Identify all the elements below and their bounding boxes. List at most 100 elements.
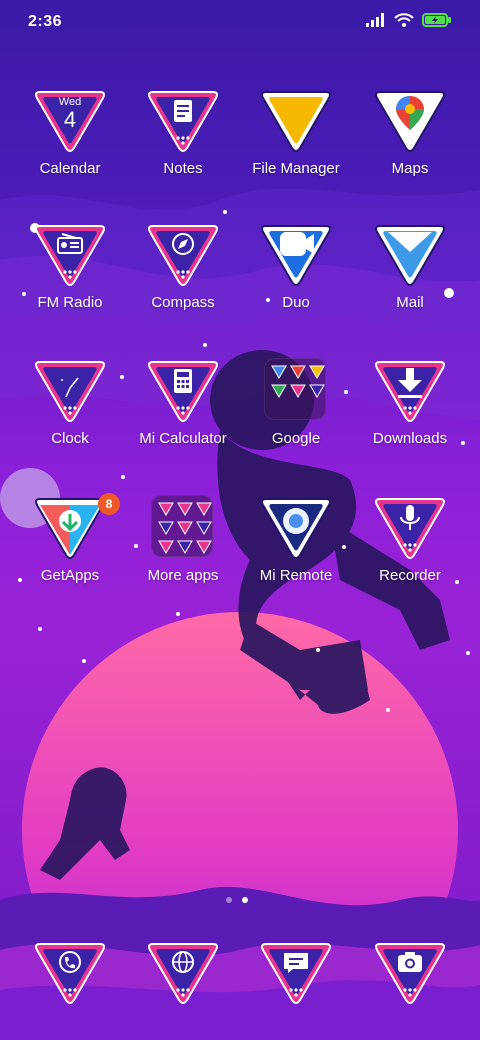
folder-mini-app-icon (177, 502, 193, 516)
app-label: Clock (51, 430, 89, 447)
duo-video-icon (261, 225, 331, 286)
app-file-manager[interactable]: File Manager (236, 88, 356, 200)
google-folder-icon (264, 358, 326, 420)
app-label: Google (271, 430, 321, 447)
folder-mini-app-icon (158, 521, 174, 535)
compass-icon (148, 225, 218, 286)
app-clock[interactable]: Clock (10, 358, 130, 470)
app-icon (34, 940, 106, 1006)
app-label: Duo (282, 294, 310, 311)
remote-icon (261, 498, 331, 559)
folder-mini-app-icon (177, 540, 193, 554)
mail-icon (375, 225, 445, 286)
file-manager-icon (261, 91, 331, 152)
phone-icon (35, 943, 105, 1004)
folder-mini-app-icon (271, 365, 287, 379)
dock-browser-globe[interactable] (123, 940, 243, 1020)
calculator-icon (148, 361, 218, 422)
folder-mini-app-icon (290, 365, 306, 379)
app-mail[interactable]: Mail (350, 222, 470, 334)
app-icon (147, 222, 219, 288)
folder-mini-app-icon (290, 384, 306, 398)
dock-phone[interactable] (10, 940, 130, 1020)
maps-icon (375, 91, 445, 152)
folder-mini-app-icon (158, 540, 174, 554)
folder-mini-app-icon (196, 521, 212, 535)
app-recorder[interactable]: Recorder (350, 495, 470, 607)
app-label: Mail (396, 294, 424, 311)
app-mi-remote[interactable]: Mi Remote (236, 495, 356, 607)
app-label: Compass (151, 294, 215, 311)
app-icon: Wed 4 (34, 88, 106, 154)
app-downloads[interactable]: Downloads (350, 358, 470, 470)
app-getapps[interactable]: GetApps 8 (10, 493, 130, 607)
folder-mini-app-icon (177, 521, 193, 535)
app-icon (147, 358, 219, 424)
dock-messages[interactable] (236, 940, 356, 1020)
clock-icon (35, 361, 105, 422)
app-icon (147, 88, 219, 154)
app-icon (260, 222, 332, 288)
signal-icon (366, 13, 384, 27)
app-notes[interactable]: Notes (123, 88, 243, 200)
app-label: FM Radio (37, 294, 103, 311)
download-icon (375, 361, 445, 422)
app-icon (260, 88, 332, 154)
app-mi-calculator[interactable]: Mi Calculator (123, 358, 243, 470)
notes-icon (148, 91, 218, 152)
app-fm-radio[interactable]: FM Radio (10, 222, 130, 334)
app-label: More apps (147, 567, 219, 584)
status-bar: 2:36 (0, 0, 480, 44)
app-label: File Manager (252, 160, 340, 177)
folder-mini-app-icon (196, 502, 212, 516)
status-time: 2:36 (28, 13, 63, 30)
page-dot-2[interactable] (242, 897, 248, 903)
app-label: Recorder (379, 567, 441, 584)
app-icon (374, 495, 446, 561)
app-icon (34, 358, 106, 424)
dock-camera[interactable] (350, 940, 470, 1020)
app-icon (260, 940, 332, 1006)
app-icon (374, 940, 446, 1006)
app-icon (147, 940, 219, 1006)
folder-mini-app-icon (158, 502, 174, 516)
app-duo[interactable]: Duo (236, 222, 356, 334)
app-google[interactable]: Google (236, 358, 356, 470)
microphone-icon (375, 498, 445, 559)
folder-mini-app-icon (271, 384, 287, 398)
folder-mini-app-icon (196, 540, 212, 554)
app-calendar[interactable]: Wed 4 Calendar (10, 88, 130, 200)
app-icon (260, 495, 332, 561)
app-icon (34, 495, 106, 561)
notification-badge: 8 (98, 493, 120, 515)
app-label: Mi Calculator (139, 430, 227, 447)
more-apps-folder-icon (151, 495, 213, 557)
calendar-icon: Wed 4 (35, 91, 105, 152)
app-icon (374, 358, 446, 424)
radio-icon (35, 225, 105, 286)
app-compass[interactable]: Compass (123, 222, 243, 334)
calendar-date: 4 (64, 107, 76, 132)
app-more-apps[interactable]: More apps (123, 495, 243, 607)
page-indicator[interactable] (226, 897, 248, 903)
app-icon (374, 88, 446, 154)
page-dot-1[interactable] (226, 897, 232, 903)
folder-mini-app-icon (309, 365, 325, 379)
app-maps[interactable]: Maps (350, 88, 470, 200)
messages-icon (261, 943, 331, 1004)
app-label: GetApps (40, 567, 100, 584)
battery-charging-icon (422, 13, 451, 27)
app-label: Downloads (372, 430, 448, 447)
camera-icon (375, 943, 445, 1004)
browser-globe-icon (148, 943, 218, 1004)
app-label: Maps (391, 160, 429, 177)
app-icon (34, 222, 106, 288)
wifi-icon (394, 13, 414, 27)
app-label: Calendar (39, 160, 101, 177)
app-label: Notes (163, 160, 203, 177)
app-label: Mi Remote (259, 567, 333, 584)
app-icon (374, 222, 446, 288)
folder-mini-app-icon (309, 384, 325, 398)
getapps-icon (35, 498, 105, 559)
status-icons (366, 13, 452, 27)
